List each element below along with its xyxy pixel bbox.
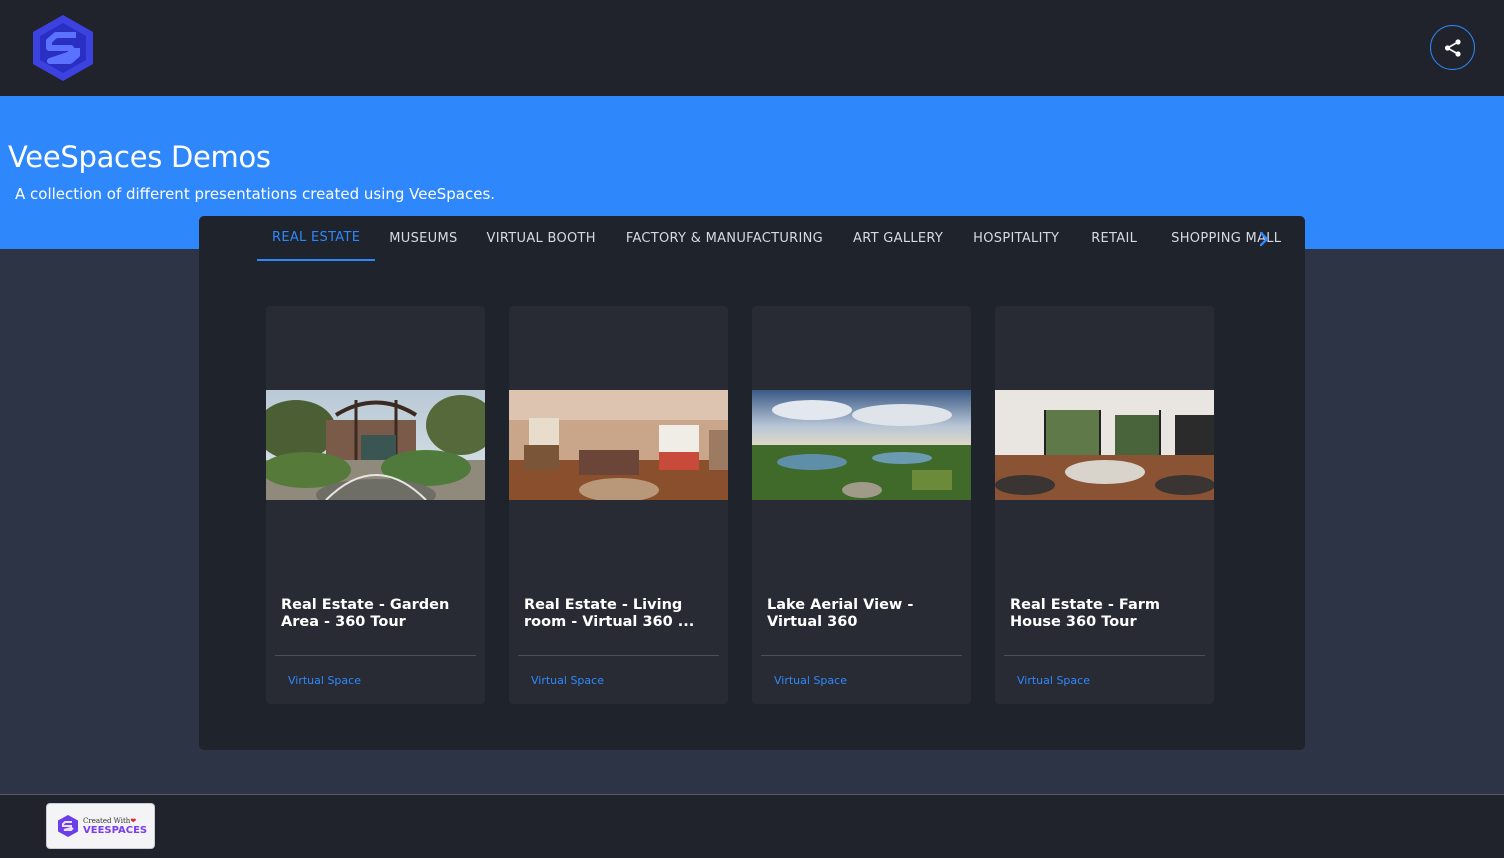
card-title: Real Estate - Garden Area - 360 Tour [281, 597, 450, 630]
card-title: Real Estate - Living room - Virtual 360 … [524, 597, 695, 630]
veespaces-badge-logo-icon [58, 815, 78, 837]
card-thumbnail [509, 390, 728, 500]
demo-cards: Real Estate - Garden Area - 360 Tour Vir… [266, 306, 1214, 704]
footer: Created With❤ VEESPACES [0, 794, 1504, 858]
created-with-veespaces-badge[interactable]: Created With❤ VEESPACES [46, 803, 155, 849]
card-divider [761, 655, 962, 656]
demo-card[interactable]: Lake Aerial View - Virtual 360 Virtual S… [752, 306, 971, 704]
tab-museums[interactable]: MUSEUMS [375, 216, 471, 261]
tab-virtual-booth[interactable]: VIRTUAL BOOTH [472, 216, 611, 261]
card-thumbnail [752, 390, 971, 500]
tab-art-gallery[interactable]: ART GALLERY [838, 216, 958, 261]
demo-card[interactable]: Real Estate - Farm House 360 Tour Virtua… [995, 306, 1214, 704]
card-title: Lake Aerial View - Virtual 360 [767, 597, 914, 630]
category-tabs: REAL ESTATE MUSEUMS VIRTUAL BOOTH FACTOR… [257, 216, 1298, 261]
veespaces-logo-icon[interactable] [30, 13, 96, 83]
badge-brand: VEESPACES [83, 824, 148, 836]
card-thumbnail [995, 390, 1214, 500]
tab-real-estate[interactable]: REAL ESTATE [257, 216, 376, 261]
demo-card[interactable]: Real Estate - Garden Area - 360 Tour Vir… [266, 306, 485, 704]
page-title: VeeSpaces Demos [8, 140, 271, 174]
heart-icon: ❤ [130, 816, 137, 825]
card-divider [518, 655, 719, 656]
card-divider [275, 655, 476, 656]
tabs-next-chevron-icon[interactable] [1255, 229, 1273, 249]
card-thumbnail [266, 390, 485, 500]
demos-panel: REAL ESTATE MUSEUMS VIRTUAL BOOTH FACTOR… [199, 216, 1305, 750]
card-title: Real Estate - Farm House 360 Tour [1010, 597, 1161, 630]
demo-card[interactable]: Real Estate - Living room - Virtual 360 … [509, 306, 728, 704]
badge-caption: Created With❤ [83, 816, 137, 825]
tab-retail[interactable]: RETAIL [1074, 216, 1154, 261]
card-tag[interactable]: Virtual Space [774, 674, 847, 687]
card-divider [1004, 655, 1205, 656]
tab-hospitality[interactable]: HOSPITALITY [958, 216, 1074, 261]
tab-factory-manufacturing[interactable]: FACTORY & MANUFACTURING [611, 216, 838, 261]
share-button[interactable] [1430, 25, 1475, 70]
top-bar [0, 0, 1504, 96]
card-tag[interactable]: Virtual Space [531, 674, 604, 687]
card-tag[interactable]: Virtual Space [288, 674, 361, 687]
card-tag[interactable]: Virtual Space [1017, 674, 1090, 687]
page-subtitle: A collection of different presentations … [15, 185, 496, 203]
tab-shopping-mall[interactable]: SHOPPING MALL [1154, 216, 1298, 261]
share-icon [1444, 38, 1461, 57]
